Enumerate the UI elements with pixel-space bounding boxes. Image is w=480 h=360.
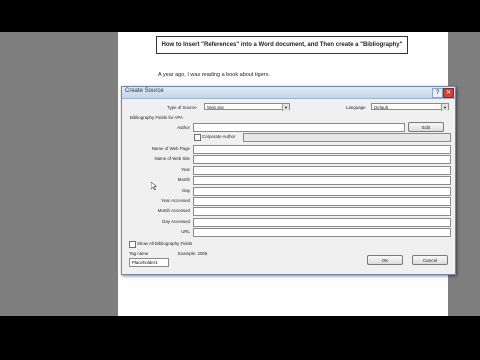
field-input[interactable] [193,228,451,238]
corporate-author-checkbox[interactable] [194,134,201,141]
language-label: Language [346,105,366,110]
mouse-cursor-icon [151,182,157,190]
dialog-title: Create Source [125,88,164,94]
dialog-titlebar[interactable]: Create Source ? ✕ [122,87,455,99]
author-input[interactable] [193,123,405,132]
chevron-down-icon: ▼ [441,104,448,111]
type-of-source-label: Type of Source [167,105,197,110]
field-label: Year Accessed [161,198,190,203]
field-input[interactable] [193,176,451,186]
close-icon[interactable]: ✕ [443,88,454,98]
field-label: Year [181,166,190,172]
field-input[interactable] [193,186,451,196]
language-select[interactable]: Default ▼ [371,103,449,111]
ok-button[interactable]: OK [367,255,403,265]
field-input[interactable] [193,217,451,227]
field-input[interactable] [193,155,451,165]
author-label: Author [177,125,190,130]
letterbox-bottom [0,316,480,360]
example-text: Example: 2006 [178,251,208,256]
field-label: Day Accessed [162,218,190,224]
help-icon[interactable]: ? [432,88,443,98]
fields-heading: Bibliography Fields for APA [130,115,183,120]
document-paragraph: A year ago, I was reading a book about t… [158,72,270,78]
type-of-source-select[interactable]: Web site ▼ [204,103,290,111]
field-label: Name of Web Site [154,156,190,162]
language-value: Default [374,105,388,110]
show-all-fields-label: Show All Bibliography Fields [137,241,193,246]
field-label: Month Accessed [157,208,190,214]
corporate-author-input[interactable] [243,133,451,142]
field-input[interactable] [193,197,451,206]
show-all-fields-checkbox[interactable] [129,241,136,248]
chevron-down-icon: ▼ [282,104,289,111]
tag-name-label: Tag name [129,251,149,256]
create-source-dialog: Create Source ? ✕ Type of Source Web sit… [121,86,456,275]
field-label: Name of Web Page [151,146,190,151]
edit-author-button[interactable]: Edit [408,122,444,132]
type-of-source-value: Web site [207,105,225,110]
field-label: URL [181,229,190,235]
letterbox-top [0,0,480,32]
tag-name-input[interactable]: Placeholder1 [129,258,169,267]
cancel-button[interactable]: Cancel [412,255,448,265]
field-input[interactable] [193,145,451,154]
document-heading: How to Insert "References" into a Word d… [156,36,408,54]
field-input[interactable] [193,165,451,175]
corporate-author-label: Corporate Author [202,134,236,139]
field-input[interactable] [193,207,451,217]
